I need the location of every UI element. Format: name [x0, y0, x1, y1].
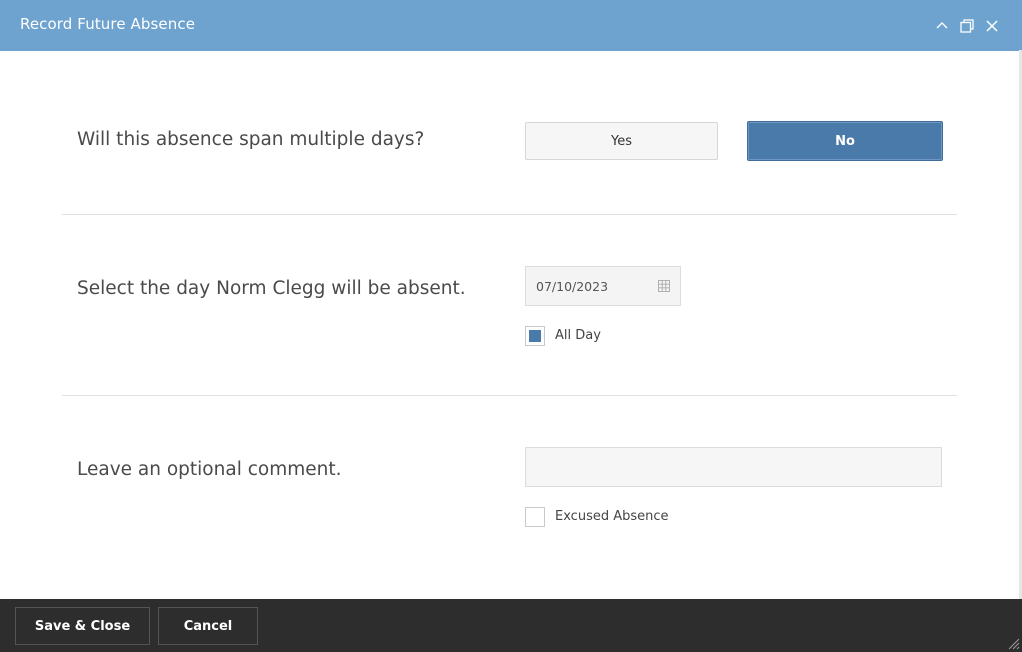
record-absence-dialog: Record Future Absence Will this absence … — [0, 0, 1022, 652]
divider — [62, 395, 957, 396]
all-day-checkbox[interactable] — [525, 326, 545, 346]
multi-day-question: Will this absence span multiple days? — [77, 129, 425, 150]
calendar-icon[interactable] — [658, 280, 670, 292]
comment-input[interactable] — [525, 447, 942, 487]
dialog-titlebar: Record Future Absence — [0, 0, 1022, 51]
excused-absence-label: Excused Absence — [555, 509, 669, 524]
close-icon[interactable] — [983, 17, 1001, 35]
cancel-button[interactable]: Cancel — [158, 607, 258, 645]
all-day-label: All Day — [555, 328, 601, 343]
resize-grip-icon[interactable] — [1008, 638, 1020, 650]
comment-question: Leave an optional comment. — [77, 459, 342, 480]
date-value: 07/10/2023 — [536, 278, 609, 294]
dialog-footer: Save & Close Cancel — [0, 599, 1022, 652]
yes-button[interactable]: Yes — [525, 122, 718, 160]
date-field[interactable]: 07/10/2023 — [525, 266, 681, 306]
dialog-title: Record Future Absence — [20, 15, 196, 33]
no-button[interactable]: No — [747, 121, 943, 161]
save-close-button[interactable]: Save & Close — [15, 607, 150, 645]
restore-icon[interactable] — [958, 17, 976, 35]
day-question: Select the day Norm Clegg will be absent… — [77, 278, 466, 299]
excused-absence-checkbox[interactable] — [525, 507, 545, 527]
checkbox-checked-mark — [529, 330, 541, 342]
divider — [62, 214, 957, 215]
chevron-up-icon[interactable] — [933, 17, 951, 35]
